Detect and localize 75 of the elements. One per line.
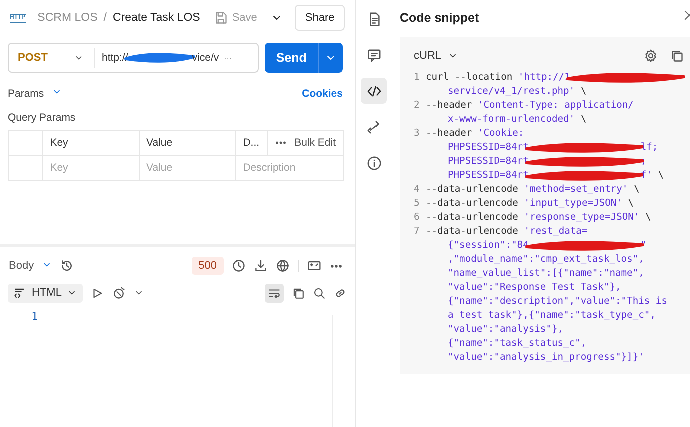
value-field[interactable]: Value xyxy=(146,162,173,174)
cookies-link[interactable]: Cookies xyxy=(302,88,343,100)
code-line: --data-urlencode 'input_type=JSON' \ xyxy=(426,197,634,211)
play-icon[interactable] xyxy=(90,286,104,300)
code-line: ; xyxy=(640,155,647,169)
code-line: PHPSESSID=84rt xyxy=(448,141,529,155)
arrows-icon xyxy=(366,120,382,134)
line-number: 4 xyxy=(414,183,421,197)
language-dropdown[interactable]: cURL xyxy=(414,50,442,62)
status-badge: 500 xyxy=(192,257,224,275)
line-number: 6 xyxy=(414,211,421,225)
download-icon[interactable] xyxy=(254,259,268,273)
code-line: --data-urlencode 'method=set_entry' \ xyxy=(426,183,640,197)
copy-icon[interactable] xyxy=(670,49,684,63)
panel-title: Code snippet xyxy=(400,11,480,25)
code-line: --data-urlencode 'rest_data= xyxy=(426,225,588,239)
code-line: f' \ xyxy=(640,169,664,183)
request-title: Create Task LOS xyxy=(112,12,200,24)
copy-icon[interactable] xyxy=(292,286,305,300)
line-number: 2 xyxy=(414,99,421,113)
history-icon[interactable] xyxy=(60,259,74,273)
code-line: PHPSESSID=84rt xyxy=(448,169,529,183)
code-line: "value":"analysis_in_progress"}]}' xyxy=(448,351,644,365)
code-line: --header 'Content-Type: application/ xyxy=(426,99,634,113)
column-header: Value xyxy=(146,137,173,149)
comment-icon xyxy=(366,48,382,62)
line-number: 1 xyxy=(30,311,38,323)
params-label[interactable]: Params xyxy=(8,88,44,100)
url-field[interactable]: http:// vice/v ··· xyxy=(95,52,258,64)
send-button[interactable]: Send xyxy=(265,43,343,73)
code-format-icon xyxy=(14,286,27,300)
code-line: --data-urlencode 'response_type=JSON' \ xyxy=(426,211,652,225)
code-line: {"session":"84 xyxy=(448,239,529,253)
code-line: PHPSESSID=84rt xyxy=(448,155,529,169)
method-dropdown[interactable]: POST xyxy=(9,48,95,68)
url-text: vice/v xyxy=(192,52,220,64)
clock-icon[interactable] xyxy=(232,259,246,273)
breadcrumb-separator: / xyxy=(104,12,107,24)
code-line: ,"module_name":"cmp_ext_task_los", xyxy=(448,253,644,267)
column-header: D... xyxy=(243,137,260,149)
sidebar-tab[interactable] xyxy=(361,78,387,104)
image-icon[interactable] xyxy=(307,259,322,273)
code-line: "value":"Response Test Task"}, xyxy=(448,281,622,295)
settings-icon[interactable] xyxy=(644,49,658,63)
code-line: lf; xyxy=(640,141,658,155)
line-number: 7 xyxy=(414,225,421,239)
link-icon[interactable] xyxy=(334,286,347,300)
code-line: "value":"analysis"}, xyxy=(448,323,564,337)
search-icon[interactable] xyxy=(313,286,326,300)
code-line: " xyxy=(640,239,647,253)
body-tab[interactable]: Body xyxy=(9,260,34,272)
code-line: x-www-form-urlencoded' \ xyxy=(448,113,587,127)
url-text: http:// xyxy=(102,52,128,64)
column-header: Key xyxy=(50,137,68,149)
line-number: 3 xyxy=(414,127,421,141)
share-button[interactable]: Share xyxy=(295,5,345,31)
code-line: service/v4_1/rest.php' \ xyxy=(448,85,587,99)
code-line: {"name":"task_status_c", xyxy=(448,337,587,351)
code-line: --header 'Cookie: xyxy=(426,127,524,141)
magic-icon[interactable] xyxy=(112,286,126,300)
code-line: "name_value_list":[{"name":"name", xyxy=(448,267,644,281)
wrap-toggle[interactable] xyxy=(265,284,284,302)
format-dropdown[interactable]: HTML xyxy=(8,284,83,302)
line-number: 1 xyxy=(414,71,421,85)
code-line: a test task"},{"name":"task_type_c", xyxy=(448,309,656,323)
key-field[interactable]: Key xyxy=(50,162,68,174)
info-icon xyxy=(366,156,382,170)
code-icon xyxy=(366,84,382,98)
section-title: Query Params xyxy=(7,111,77,126)
code-line: {"name":"description","value":"This is xyxy=(448,295,668,309)
breadcrumb-link[interactable]: SCRM LOS xyxy=(38,12,98,24)
code-line: curl --location 'http://1 xyxy=(426,71,570,85)
line-number: 5 xyxy=(414,197,421,211)
globe-icon[interactable] xyxy=(276,259,290,273)
wrap-lines-icon xyxy=(268,286,281,300)
